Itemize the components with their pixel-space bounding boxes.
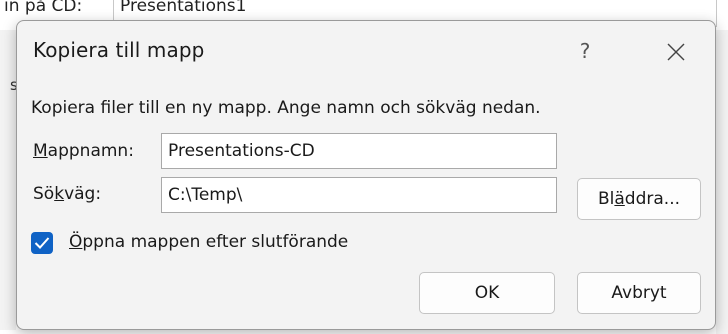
help-button[interactable]: ? [565, 33, 605, 69]
browse-button[interactable]: Bläddra... [577, 178, 701, 220]
background-right-strip [716, 30, 728, 334]
browse-accesskey: ä [614, 189, 625, 209]
dialog-titlebar: Kopiera till mapp ? [17, 21, 715, 81]
background-left-strip: s [0, 30, 18, 330]
path-label: Sökväg: [33, 184, 102, 204]
path-input[interactable]: C:\Temp\ [161, 177, 557, 213]
open-folder-label: Öppna mappen efter slutförande [69, 232, 349, 252]
copy-to-folder-dialog: Kopiera till mapp ? Kopiera filer till e… [16, 20, 716, 330]
background-label: ın på CD: [4, 0, 83, 16]
checkmark-icon [34, 237, 50, 249]
ok-button[interactable]: OK [419, 272, 555, 314]
path-accesskey: k [54, 184, 65, 204]
open-folder-checkbox[interactable] [31, 232, 53, 254]
dialog-title: Kopiera till mapp [33, 38, 205, 62]
close-icon [667, 43, 685, 60]
background-field-text: Presentations1 [120, 0, 247, 16]
folder-name-label: Mappnamn: [33, 141, 134, 161]
cancel-button[interactable]: Avbryt [577, 272, 701, 314]
folder-name-accesskey: M [33, 141, 48, 161]
open-folder-accesskey: Ö [69, 232, 83, 252]
instruction-text: Kopiera filer till en ny mapp. Ange namn… [31, 98, 541, 118]
close-button[interactable] [653, 31, 699, 71]
folder-name-input[interactable]: Presentations-CD [161, 133, 557, 169]
